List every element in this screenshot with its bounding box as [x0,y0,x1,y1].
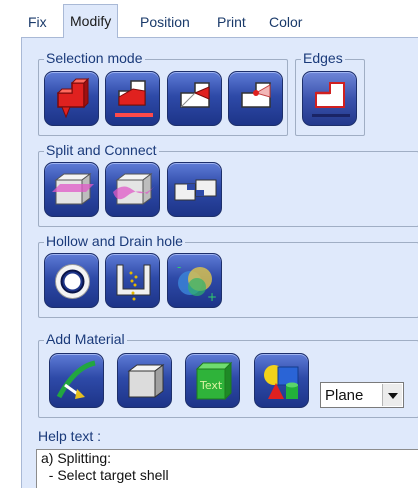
tab-bar: Fix Modify Position Print Color [0,0,418,38]
add-text-icon: Text [195,361,233,401]
add-text-button[interactable]: Text [185,353,240,408]
hollow-icon [55,264,90,299]
select-edge-icon [312,82,350,117]
select-point-button[interactable] [228,71,283,126]
connect-button[interactable] [167,162,222,217]
tab-modify[interactable]: Modify [63,4,119,38]
help-text-label: Help text : [38,428,102,444]
select-shell-button[interactable] [44,71,99,126]
add-material-label: Add Material [44,331,127,347]
chevron-down-icon[interactable] [382,384,402,406]
edges-group: Edges [295,50,365,136]
boolean-button[interactable]: - + [167,253,222,308]
svg-text:+: + [207,290,217,304]
svg-text:Text: Text [199,379,223,392]
add-arc-button[interactable] [49,353,104,408]
plane-select-value: Plane [325,387,364,404]
add-box-icon [127,364,165,398]
boolean-icon: - + [177,260,217,304]
hollow-button[interactable] [44,253,99,308]
help-line: a) Splitting: [41,450,112,466]
split-connect-group: Split and Connect [38,142,418,227]
tab-position[interactable]: Position [134,9,196,35]
help-text-box[interactable]: a) Splitting: - Select target shell [36,449,418,488]
add-primitives-button[interactable] [254,353,309,408]
add-box-button[interactable] [117,353,172,408]
selection-mode-label: Selection mode [44,50,145,66]
modify-panel: Selection mode Edges Split and Connect H… [21,37,418,488]
selection-mode-group: Selection mode [38,50,288,136]
drain-hole-button[interactable] [105,253,160,308]
drain-hole-icon [116,264,151,301]
tab-print[interactable]: Print [211,9,252,35]
split-plane-icon [52,173,94,205]
select-point-icon [241,82,271,108]
split-connect-label: Split and Connect [44,142,159,158]
tab-fix[interactable]: Fix [22,9,53,35]
tab-color[interactable]: Color [263,9,308,35]
select-shell-icon [56,77,90,119]
add-primitives-icon [264,365,299,399]
select-triangle-icon [180,82,210,108]
select-surface-icon [115,80,153,117]
split-curve-button[interactable] [105,162,160,217]
add-arc-icon [56,360,96,399]
connect-icon [174,179,217,201]
edges-label: Edges [301,50,345,66]
select-triangle-button[interactable] [167,71,222,126]
split-plane-button[interactable] [44,162,99,217]
select-edge-button[interactable] [302,71,357,126]
select-surface-button[interactable] [105,71,160,126]
hollow-drain-label: Hollow and Drain hole [44,233,185,249]
hollow-drain-group: Hollow and Drain hole - + [38,233,418,318]
help-line: - Select target shell [41,467,169,483]
split-curve-icon [113,173,155,205]
plane-select[interactable]: Plane [320,382,404,408]
svg-text:-: - [177,260,181,274]
